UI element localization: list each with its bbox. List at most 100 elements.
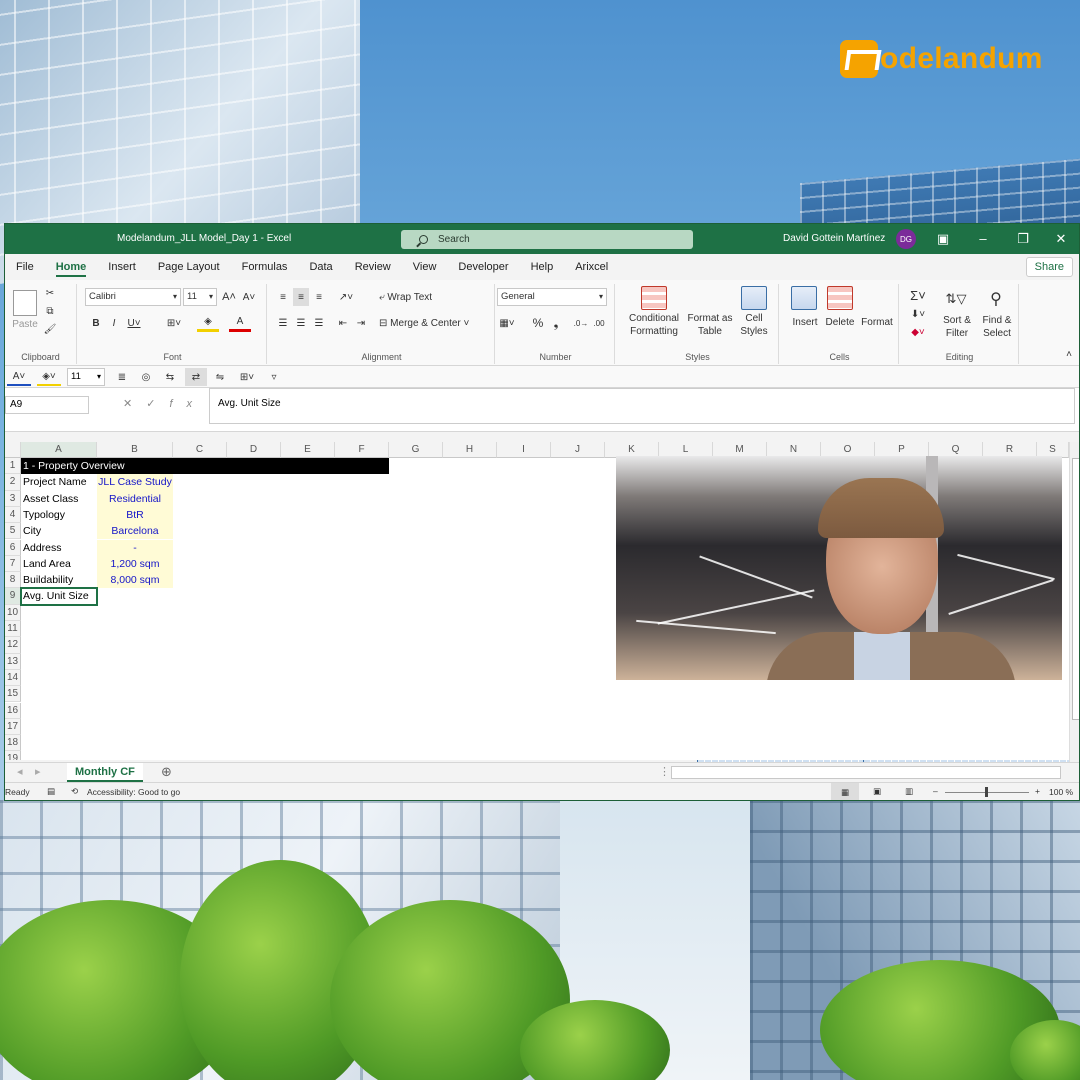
tab-arixcel[interactable]: Arixcel [564, 254, 619, 280]
column-header[interactable]: I [497, 442, 551, 458]
input-cell[interactable]: BtR [97, 506, 173, 524]
delete-cells-icon[interactable] [827, 286, 853, 310]
label-cell[interactable]: City [21, 523, 97, 539]
tab-insert[interactable]: Insert [97, 254, 147, 280]
collapse-ribbon-icon[interactable]: ˄ [1063, 348, 1075, 360]
number-format-select[interactable]: General [497, 288, 607, 306]
column-header[interactable]: H [443, 442, 497, 458]
cell-styles-label[interactable]: Cell Styles [733, 312, 775, 338]
format-cells-label[interactable]: Format [857, 316, 897, 329]
zoom-in-icon[interactable]: + [1035, 786, 1040, 796]
select-all-corner[interactable] [5, 442, 21, 458]
label-cell[interactable]: Buildability [21, 572, 97, 588]
increase-indent-icon[interactable]: ⇥ [353, 314, 369, 332]
remove-arrows-icon[interactable]: ⇋ [211, 368, 229, 386]
orientation-icon[interactable]: ↗˅ [335, 288, 357, 306]
macro-record-icon[interactable]: ▤ [47, 786, 55, 797]
scrollbar-thumb[interactable] [1072, 458, 1079, 720]
page-layout-view-icon[interactable]: ▣ [873, 786, 881, 797]
conditional-formatting-icon[interactable] [641, 286, 667, 310]
font-color-icon[interactable]: A [229, 314, 251, 332]
row-header[interactable]: 16 [5, 702, 21, 719]
prev-sheet-icon[interactable]: ◂ [17, 765, 23, 778]
trace-dependents-icon[interactable]: ⇄ [185, 368, 207, 386]
align-bottom-icon[interactable]: ≡ [311, 288, 327, 306]
search-box[interactable]: Search [401, 230, 693, 249]
restore-icon[interactable]: ❐ [1013, 230, 1033, 248]
tab-data[interactable]: Data [298, 254, 343, 280]
column-header[interactable]: D [227, 442, 281, 458]
grow-font-icon[interactable]: A˄ [221, 288, 237, 306]
row-header[interactable]: 15 [5, 686, 21, 703]
name-box[interactable]: A9 [5, 396, 89, 414]
row-header[interactable]: 11 [5, 621, 21, 638]
input-cell[interactable]: Barcelona [97, 523, 173, 540]
trace-precedents-icon[interactable]: ⇆ [161, 368, 179, 386]
tab-file[interactable]: File [5, 254, 45, 280]
column-header[interactable]: A [21, 442, 97, 458]
column-header[interactable]: B [97, 442, 173, 458]
zoom-slider-thumb[interactable] [985, 787, 988, 797]
input-cell[interactable]: - [97, 539, 173, 556]
customize-quick-access-icon[interactable]: ▿ [267, 368, 281, 386]
clear-icon[interactable]: ◆˅ [907, 324, 929, 340]
font-color-icon[interactable]: A˅ [7, 368, 31, 386]
tab-help[interactable]: Help [520, 254, 565, 280]
input-cell[interactable]: JLL Case Study [97, 474, 173, 491]
page-break-view-icon[interactable]: ▥ [905, 786, 913, 797]
label-cell[interactable]: Asset Class [21, 491, 97, 507]
align-middle-icon[interactable]: ≡ [293, 288, 309, 306]
insert-cells-label[interactable]: Insert [787, 316, 823, 329]
font-name-select[interactable]: Calibri [85, 288, 181, 306]
borders-icon[interactable]: ⊞˅ [233, 368, 261, 386]
align-center-icon[interactable]: ☰ [293, 314, 309, 332]
avatar[interactable]: DG [896, 229, 916, 249]
formula-bar-buttons[interactable]: ✕✓fx [123, 397, 206, 410]
row-header[interactable]: 8 [5, 572, 21, 589]
decrease-decimal-icon[interactable]: .00 [591, 314, 607, 332]
cut-icon[interactable]: ✂ [43, 286, 57, 300]
wrap-text-button[interactable]: ⤶ Wrap Text [379, 288, 459, 306]
borders-icon[interactable]: ⊞˅ [163, 314, 185, 332]
column-header[interactable]: F [335, 442, 389, 458]
row-header[interactable]: 17 [5, 718, 21, 736]
increase-decimal-icon[interactable]: .0→ [573, 314, 589, 332]
decrease-indent-icon[interactable]: ⇤ [335, 314, 351, 332]
column-header[interactable]: G [389, 442, 443, 458]
row-header[interactable]: 2 [5, 474, 21, 491]
tab-formulas[interactable]: Formulas [231, 254, 299, 280]
percent-icon[interactable]: % [531, 314, 545, 332]
fx-icon[interactable]: fx [169, 398, 206, 410]
find-select-icon[interactable]: ⚲ [983, 286, 1009, 312]
shrink-font-icon[interactable]: A˅ [241, 288, 257, 306]
align-right-icon[interactable]: ☰ [311, 314, 327, 332]
section-title-cell[interactable]: 1 - Property Overview [21, 458, 389, 475]
accessibility-icon[interactable]: ⟲ [71, 786, 78, 797]
format-as-table-label[interactable]: Format as Table [683, 312, 737, 338]
row-header[interactable]: 14 [5, 669, 21, 687]
fill-icon[interactable]: ⬇˅ [907, 306, 929, 322]
label-cell[interactable]: Address [21, 540, 97, 556]
row-header[interactable]: 3 [5, 490, 21, 507]
hscroll-menu-icon[interactable]: ⋮ [659, 765, 670, 778]
input-cell[interactable]: Residential [97, 490, 173, 507]
horizontal-scrollbar[interactable] [671, 766, 1061, 779]
format-painter-icon[interactable]: 🖌 [43, 322, 57, 336]
accessibility-status[interactable]: Accessibility: Good to go [87, 787, 180, 797]
row-header[interactable]: 12 [5, 637, 21, 654]
column-header[interactable]: C [173, 442, 227, 458]
italic-icon[interactable]: I [107, 314, 121, 332]
tab-page-layout[interactable]: Page Layout [147, 254, 231, 280]
copy-icon[interactable]: ⧉ [43, 304, 57, 318]
sheet-tab-monthly-cf[interactable]: Monthly CF [67, 763, 143, 782]
paste-icon[interactable] [13, 290, 37, 316]
column-header[interactable]: J [551, 442, 605, 458]
format-cells-icon[interactable] [863, 286, 1079, 800]
zoom-out-icon[interactable]: – [933, 786, 938, 796]
tab-view[interactable]: View [402, 254, 448, 280]
accounting-format-icon[interactable]: ▦˅ [497, 314, 517, 332]
tab-review[interactable]: Review [344, 254, 402, 280]
fill-color-icon[interactable]: ◈ [197, 314, 219, 332]
circle-icon[interactable]: ◎ [137, 368, 155, 386]
row-header[interactable]: 9 [5, 588, 21, 605]
